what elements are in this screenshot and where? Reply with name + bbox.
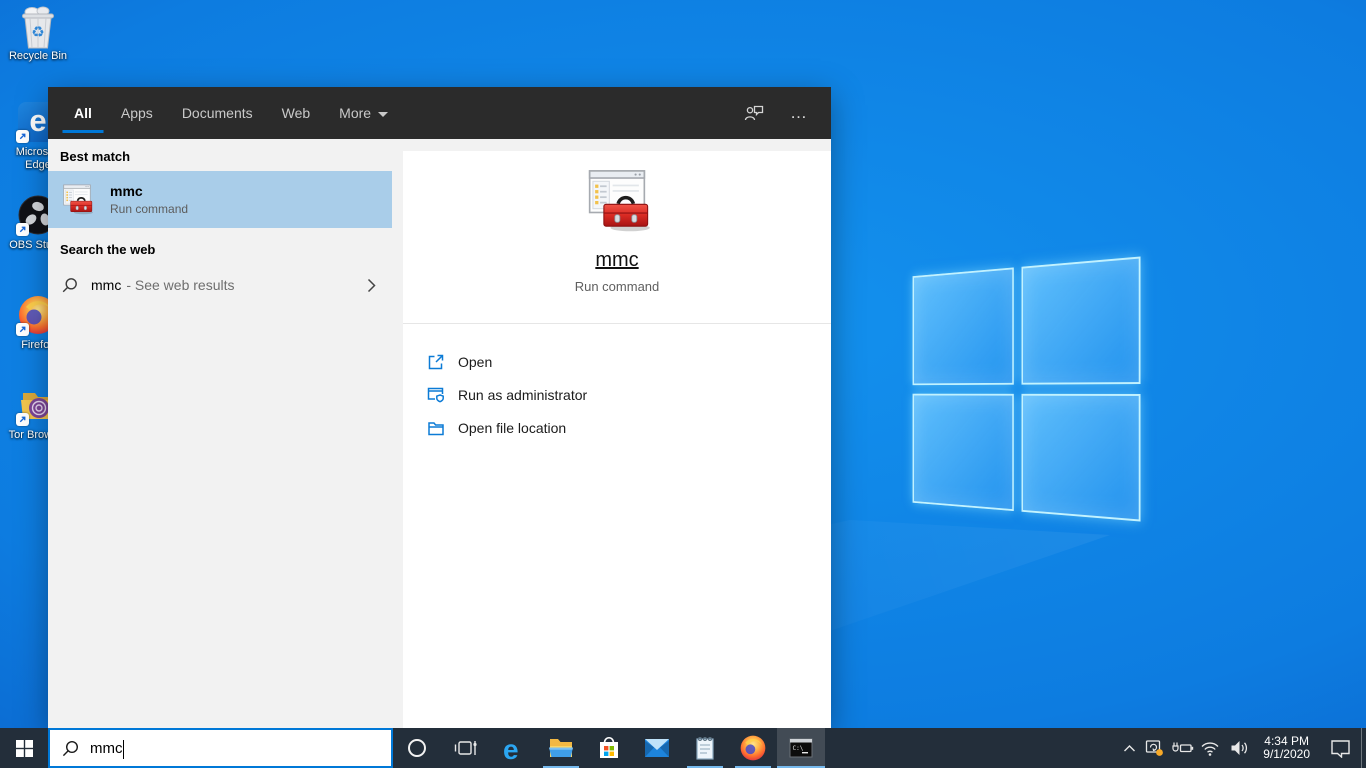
best-match-result-mmc[interactable]: mmc Run command [48,171,392,228]
detail-actions: Open Run as administrator Open file loca… [403,324,831,444]
search-results-list: Best match mmc Run command Search the we… [48,139,403,728]
speaker-icon [1231,741,1247,755]
folder-location-icon [428,421,444,435]
search-icon [62,278,77,293]
taskbar-file-explorer-button[interactable] [537,728,585,768]
search-icon [62,740,79,756]
action-center-button[interactable] [1319,728,1361,768]
tray-volume-button[interactable] [1224,728,1254,768]
taskbar-firefox-button[interactable] [729,728,777,768]
cortana-button[interactable] [393,728,441,768]
task-view-icon [454,741,477,755]
recycle-bin-icon: ♻ [18,6,58,49]
task-view-button[interactable] [441,728,489,768]
action-label: Open file location [458,419,567,436]
best-match-header: Best match [60,149,131,164]
microsoft-store-icon [600,736,618,758]
tab-more[interactable]: More [339,87,389,139]
alert-badge [1156,749,1164,756]
windows-logo-icon [15,739,33,757]
mmc-icon-large [582,169,652,233]
command-prompt-icon: C:\ [789,738,813,758]
desktop-icon-label: Recycle Bin [8,50,68,62]
action-open-file-location[interactable]: Open file location [427,411,831,444]
notification-bubble-icon [1330,739,1350,758]
chevron-up-icon [1123,744,1135,751]
taskbar-notepad-button[interactable] [681,728,729,768]
result-subtitle: Run command [110,202,189,216]
action-label: Open [458,353,493,370]
mail-icon [645,739,669,757]
search-filter-tabs: All Apps Documents Web More [74,87,389,139]
tray-show-hidden-icons-button[interactable] [1117,728,1141,768]
show-desktop-button[interactable] [1361,728,1366,768]
svg-text:♻: ♻ [31,24,44,41]
tray-update-status-button[interactable] [1141,728,1168,768]
shortcut-arrow-icon [16,323,29,336]
shortcut-arrow-icon [16,223,29,236]
tab-apps[interactable]: Apps [121,87,153,139]
web-search-result[interactable]: mmc - See web results [48,266,392,304]
options-ellipsis-icon[interactable]: … [790,104,808,121]
detail-title-link[interactable]: mmc [595,249,638,272]
search-filter-bar: All Apps Documents Web More … [48,87,831,139]
chevron-down-icon [378,111,389,117]
web-query: mmc [91,277,122,293]
edge-icon: e [503,735,519,761]
shortcut-arrow-icon [16,130,29,143]
chevron-right-icon [367,278,376,293]
file-explorer-icon [549,739,573,757]
tray-battery-button[interactable] [1168,728,1196,768]
notepad-icon [696,737,714,760]
sync-screen-icon [1146,740,1164,756]
open-icon [428,354,444,369]
taskbar-search-box[interactable] [48,728,393,768]
admin-shield-icon [427,387,444,403]
firefox-icon [740,735,766,761]
battery-charging-icon [1172,742,1194,753]
taskbar-store-button[interactable] [585,728,633,768]
taskbar-mail-button[interactable] [633,728,681,768]
feedback-icon[interactable] [744,104,764,122]
search-detail-pane: mmc Run command Open Run as administrato… [403,139,831,728]
search-flyout-panel: All Apps Documents Web More … Best match… [48,87,831,728]
action-run-as-administrator[interactable]: Run as administrator [427,378,831,411]
tab-web[interactable]: Web [282,87,311,139]
tab-documents[interactable]: Documents [182,87,253,139]
clock-date: 9/1/2020 [1263,747,1310,761]
tray-wifi-button[interactable] [1196,728,1224,768]
windows-logo-wallpaper [912,256,1146,528]
tab-all[interactable]: All [74,87,92,139]
taskbar-command-prompt-button[interactable]: C:\ [777,728,825,768]
detail-card: mmc Run command [403,151,831,324]
taskbar-search-input[interactable] [90,739,350,757]
search-web-header: Search the web [60,242,156,257]
detail-subtitle: Run command [574,279,660,294]
desktop-icon-recycle-bin[interactable]: ♻ Recycle Bin [7,6,69,63]
shortcut-arrow-icon [16,413,29,426]
desktop: ♻ Recycle Bin e Microsoft Edge OBS Studi [0,0,1366,768]
taskbar: e [0,728,1366,768]
mmc-icon [60,184,94,215]
svg-text:e: e [503,735,519,761]
action-open[interactable]: Open [427,345,831,378]
svg-text:C:\: C:\ [793,745,804,752]
taskbar-edge-button[interactable]: e [489,728,537,768]
cortana-icon [408,739,426,757]
system-tray: 4:34 PM 9/1/2020 [1117,728,1366,768]
text-caret [123,740,124,759]
action-label: Run as administrator [458,386,588,403]
start-button[interactable] [0,728,48,768]
wifi-icon [1201,742,1219,756]
result-title: mmc [110,183,143,199]
web-query-suffix: - See web results [126,277,235,293]
taskbar-clock[interactable]: 4:34 PM 9/1/2020 [1254,735,1319,761]
